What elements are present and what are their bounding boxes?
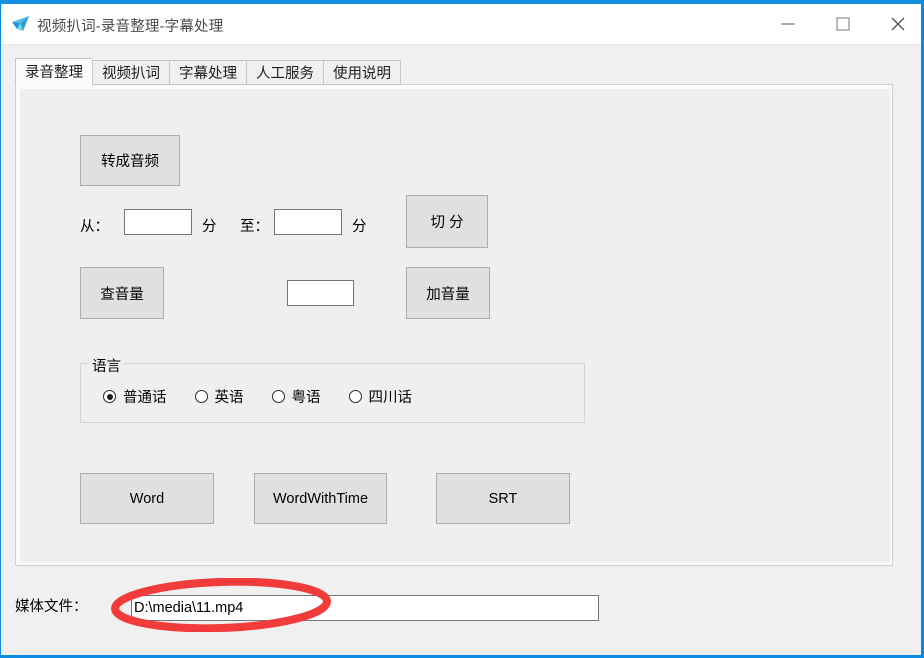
- media-file-input[interactable]: [131, 595, 599, 621]
- from-minute-input[interactable]: [124, 209, 192, 235]
- tab-label: 使用说明: [333, 66, 391, 82]
- maximize-button[interactable]: [815, 4, 870, 44]
- radio-cantonese[interactable]: 粤语: [271, 386, 321, 407]
- to-minute-input[interactable]: [274, 209, 342, 235]
- close-button[interactable]: [870, 4, 921, 44]
- tab-label: 录音整理: [25, 65, 83, 81]
- window-controls: [760, 4, 921, 44]
- export-word-with-time-button[interactable]: WordWithTime: [254, 473, 387, 524]
- radio-label: 四川话: [368, 390, 413, 406]
- tab-manual-service[interactable]: 人工服务: [246, 60, 323, 85]
- language-groupbox-title: 语言: [89, 355, 124, 376]
- radio-mark-icon: [103, 390, 116, 403]
- tab-strip: 录音整理 视频扒词 字幕处理 人工服务 使用说明: [15, 58, 401, 85]
- radio-english[interactable]: 英语: [194, 386, 244, 407]
- minimize-icon: [781, 23, 794, 25]
- convert-to-audio-button[interactable]: 转成音频: [80, 135, 180, 186]
- tab-recording-organize[interactable]: 录音整理: [15, 58, 92, 85]
- minimize-button[interactable]: [760, 4, 815, 44]
- radio-label: 英语: [214, 390, 244, 406]
- tab-panel-content: 转成音频 从： 分 至： 分 切 分 查音量 加音量 语言 普通话 英语 粤语 …: [20, 89, 890, 563]
- tab-label: 人工服务: [256, 66, 314, 82]
- from-unit-label: 分: [202, 219, 217, 235]
- volume-input[interactable]: [287, 280, 354, 306]
- add-volume-button[interactable]: 加音量: [406, 267, 490, 319]
- check-volume-button[interactable]: 查音量: [80, 267, 164, 319]
- radio-mark-icon: [194, 390, 208, 403]
- tab-panel: 转成音频 从： 分 至： 分 切 分 查音量 加音量 语言 普通话 英语 粤语 …: [15, 84, 893, 566]
- export-srt-button[interactable]: SRT: [436, 473, 570, 524]
- maximize-icon: [836, 17, 849, 31]
- tab-video-transcribe[interactable]: 视频扒词: [92, 60, 169, 85]
- export-word-button[interactable]: Word: [80, 473, 214, 524]
- split-button[interactable]: 切 分: [406, 195, 488, 248]
- app-window: 视频扒词-录音整理-字幕处理 录音整理 视频扒词 字幕处理 人工服务 使用说明 …: [0, 0, 924, 658]
- language-groupbox: 语言 普通话 英语 粤语 四川话: [80, 355, 585, 423]
- radio-sichuanese[interactable]: 四川话: [348, 386, 413, 407]
- tab-subtitle-process[interactable]: 字幕处理: [169, 60, 246, 85]
- close-icon: [890, 16, 906, 32]
- tab-label: 视频扒词: [102, 66, 160, 82]
- radio-mandarin[interactable]: 普通话: [103, 386, 167, 407]
- language-radio-group: 普通话 英语 粤语 四川话: [103, 386, 440, 407]
- radio-label: 粤语: [291, 390, 321, 406]
- title-bar: 视频扒词-录音整理-字幕处理: [1, 4, 921, 45]
- tab-label: 字幕处理: [179, 66, 237, 82]
- window-title: 视频扒词-录音整理-字幕处理: [37, 19, 224, 35]
- tab-instructions[interactable]: 使用说明: [323, 60, 401, 85]
- media-file-label: 媒体文件：: [15, 599, 88, 615]
- from-label: 从：: [80, 219, 109, 235]
- radio-label: 普通话: [123, 390, 167, 406]
- to-label: 至：: [240, 219, 269, 235]
- radio-mark-icon: [348, 390, 362, 403]
- app-paperplane-icon: [11, 15, 31, 33]
- radio-mark-icon: [271, 390, 285, 403]
- to-unit-label: 分: [352, 219, 367, 235]
